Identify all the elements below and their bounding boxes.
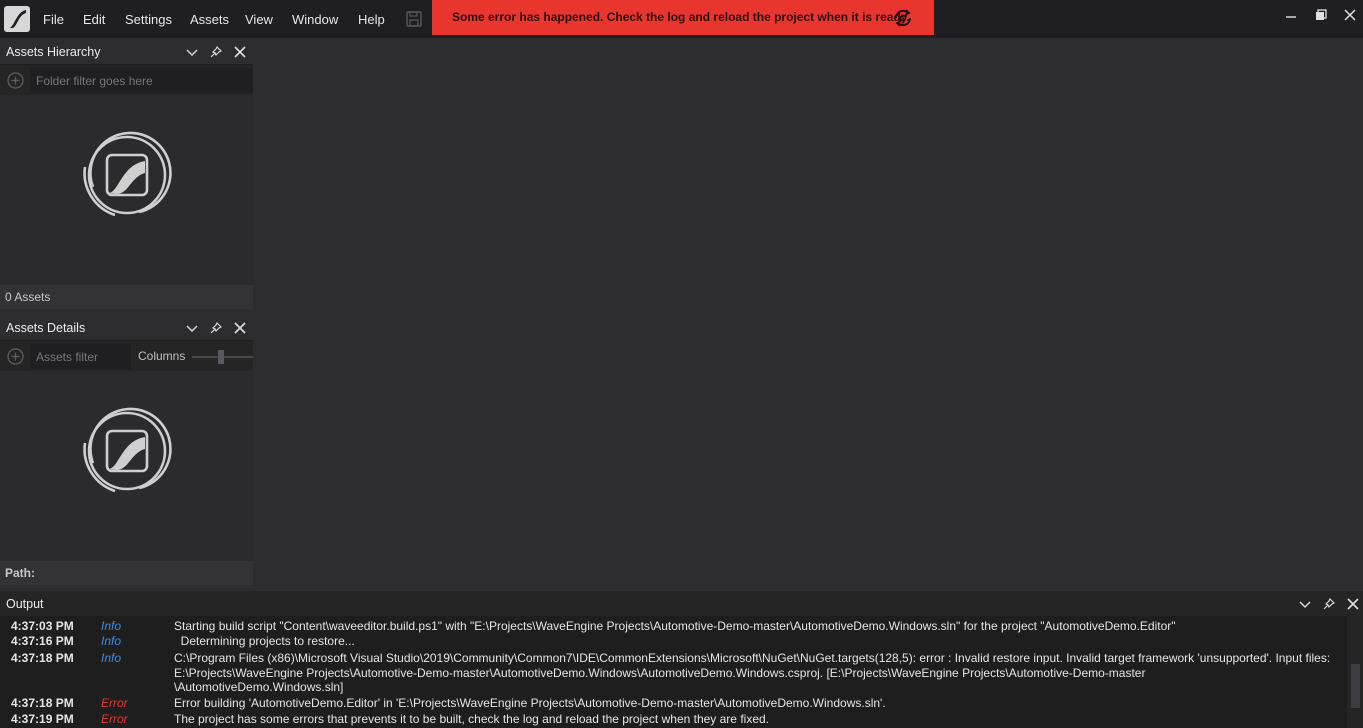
menu-assets[interactable]: Assets <box>190 12 229 27</box>
menu-settings[interactable]: Settings <box>125 12 172 27</box>
close-icon[interactable] <box>233 321 247 335</box>
pin-icon[interactable] <box>1322 597 1336 611</box>
assets-filter-input[interactable] <box>30 344 131 369</box>
error-banner: Some error has happened. Check the log a… <box>432 0 934 35</box>
assets-hierarchy-header: Assets Hierarchy <box>0 40 253 65</box>
columns-slider[interactable] <box>192 350 253 364</box>
app-logo-icon[interactable] <box>4 6 30 32</box>
folder-filter-row <box>0 66 253 95</box>
log-level: Error <box>101 712 128 726</box>
log-time: 4:37:03 PM <box>11 619 74 633</box>
assets-details-footer: Path: <box>0 561 253 585</box>
output-title: Output <box>6 597 44 611</box>
assets-hierarchy-footer: 0 Assets <box>0 285 253 309</box>
close-window-icon[interactable] <box>1341 6 1359 24</box>
assets-hierarchy-body <box>0 95 253 285</box>
add-folder-icon[interactable] <box>7 72 24 89</box>
maximize-icon[interactable] <box>1312 6 1330 24</box>
save-icon[interactable] <box>405 10 423 28</box>
log-message: Error building 'AutomotiveDemo.Editor' i… <box>174 696 886 710</box>
assets-hierarchy-title: Assets Hierarchy <box>6 45 101 59</box>
assets-details-header: Assets Details <box>0 316 253 341</box>
error-message: Some error has happened. Check the log a… <box>452 10 910 24</box>
menu-view[interactable]: View <box>245 12 273 27</box>
output-header: Output <box>0 591 1363 616</box>
folder-filter-input[interactable] <box>30 68 253 93</box>
menu-file[interactable]: File <box>43 12 64 27</box>
menu-edit[interactable]: Edit <box>83 12 105 27</box>
log-level: Info <box>101 651 122 665</box>
log-message: The project has some errors that prevent… <box>174 712 769 726</box>
close-icon[interactable] <box>1346 597 1360 611</box>
chevron-down-icon[interactable] <box>185 321 199 335</box>
log-level: Info <box>101 619 122 633</box>
log-time: 4:37:18 PM <box>11 696 74 710</box>
log-time: 4:37:16 PM <box>11 634 74 648</box>
assets-details-panel: Assets Details Columns <box>0 316 253 585</box>
pin-icon[interactable] <box>209 45 223 59</box>
log-message: Determining projects to restore... <box>174 634 355 648</box>
pin-icon[interactable] <box>209 321 223 335</box>
close-icon[interactable] <box>233 45 247 59</box>
chevron-down-icon[interactable] <box>185 45 199 59</box>
columns-slider-thumb[interactable] <box>218 350 224 364</box>
menu-window[interactable]: Window <box>292 12 338 27</box>
log-message: Starting build script "Content\waveedito… <box>174 619 1176 633</box>
minimize-icon[interactable] <box>1282 6 1300 24</box>
assets-count: 0 Assets <box>5 290 51 304</box>
wave-engine-logo-icon <box>75 123 179 227</box>
log-time: 4:37:18 PM <box>11 651 74 665</box>
log-time: 4:37:19 PM <box>11 712 74 726</box>
log-level: Info <box>101 634 122 648</box>
reload-project-icon[interactable] <box>892 7 914 29</box>
output-scrollbar[interactable] <box>1347 616 1363 728</box>
output-panel: Output 4:37:03 PM Info Starting build sc… <box>0 591 1363 728</box>
output-scrollbar-thumb[interactable] <box>1351 664 1360 708</box>
menu-help[interactable]: Help <box>358 12 385 27</box>
assets-hierarchy-panel: Assets Hierarchy Folder filter goes here… <box>0 40 253 309</box>
wave-engine-logo-icon <box>75 399 179 503</box>
assets-filter-row: Columns <box>0 342 253 371</box>
assets-details-body <box>0 371 253 561</box>
chevron-down-icon[interactable] <box>1298 597 1312 611</box>
title-bar: File Edit Settings Assets View Window He… <box>0 0 1363 38</box>
path-label: Path: <box>5 566 35 580</box>
log-level: Error <box>101 696 128 710</box>
log-message: C:\Program Files (x86)\Microsoft Visual … <box>174 651 1331 694</box>
assets-details-title: Assets Details <box>6 321 86 335</box>
add-asset-icon[interactable] <box>7 348 24 365</box>
columns-label: Columns <box>138 349 186 363</box>
